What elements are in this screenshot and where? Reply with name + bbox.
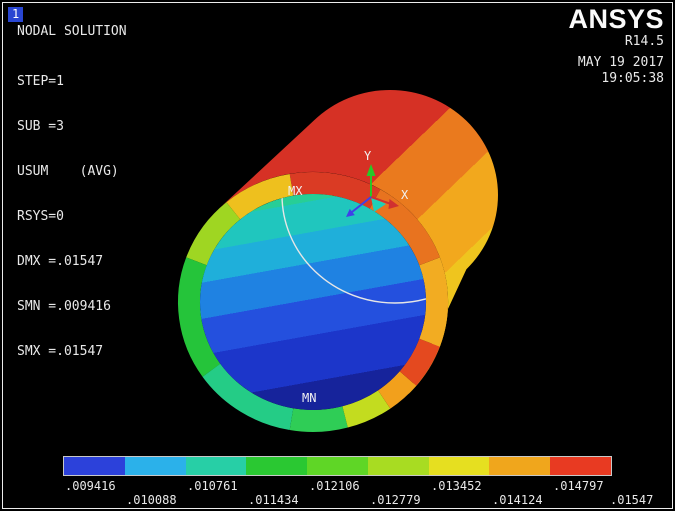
- info-substep: SUB =3: [17, 119, 64, 134]
- legend-tick-7: .013452: [431, 479, 482, 493]
- legend-tick-5: .012106: [309, 479, 360, 493]
- legend-segment: [428, 457, 490, 475]
- triad-x-label: X: [401, 188, 409, 202]
- info-step: STEP=1: [17, 74, 64, 89]
- legend-tick-9: .014797: [553, 479, 604, 493]
- legend-tick-1: .009416: [65, 479, 116, 493]
- ansys-logo: ANSYS: [568, 4, 664, 34]
- info-item: USUM (AVG): [17, 164, 119, 179]
- max-point-label: MX: [288, 184, 303, 198]
- legend-tick-8: .014124: [492, 493, 543, 507]
- legend-segment: [64, 457, 125, 475]
- info-smn: SMN =.009416: [17, 299, 111, 314]
- legend-segment: [550, 457, 612, 475]
- legend-tick-4: .011434: [248, 493, 299, 507]
- contour-legend-bar: [63, 456, 612, 476]
- triad-y-label: Y: [364, 149, 372, 163]
- legend-segment: [185, 457, 247, 475]
- time-text: 19:05:38: [601, 71, 664, 86]
- legend-tick-10: .01547: [610, 493, 654, 507]
- solution-info-block: STEP=1 SUB =3 USUM (AVG) RSYS=0 DMX =.01…: [17, 44, 119, 389]
- legend-segment: [246, 457, 308, 475]
- legend-segment: [307, 457, 368, 475]
- legend-segment: [489, 457, 551, 475]
- legend-tick-6: .012779: [370, 493, 421, 507]
- date-text: MAY 19 2017: [577, 55, 664, 70]
- legend-tick-3: .010761: [187, 479, 238, 493]
- solution-title: NODAL SOLUTION: [17, 24, 127, 39]
- ansys-graphics-window: 1 NODAL SOLUTION STEP=1 SUB =3 USUM (AVG…: [0, 0, 675, 511]
- legend-segment: [367, 457, 429, 475]
- ansys-release: R14.5: [624, 34, 664, 49]
- legend-tick-2: .010088: [126, 493, 177, 507]
- legend-segment: [124, 457, 186, 475]
- min-point-label: MN: [302, 391, 316, 405]
- plot-number-badge: 1: [8, 7, 24, 22]
- info-smx: SMX =.01547: [17, 344, 104, 359]
- info-dmx: DMX =.01547: [17, 254, 104, 269]
- cylinder-inner-surface: [200, 194, 426, 410]
- info-rsys: RSYS=0: [17, 209, 64, 224]
